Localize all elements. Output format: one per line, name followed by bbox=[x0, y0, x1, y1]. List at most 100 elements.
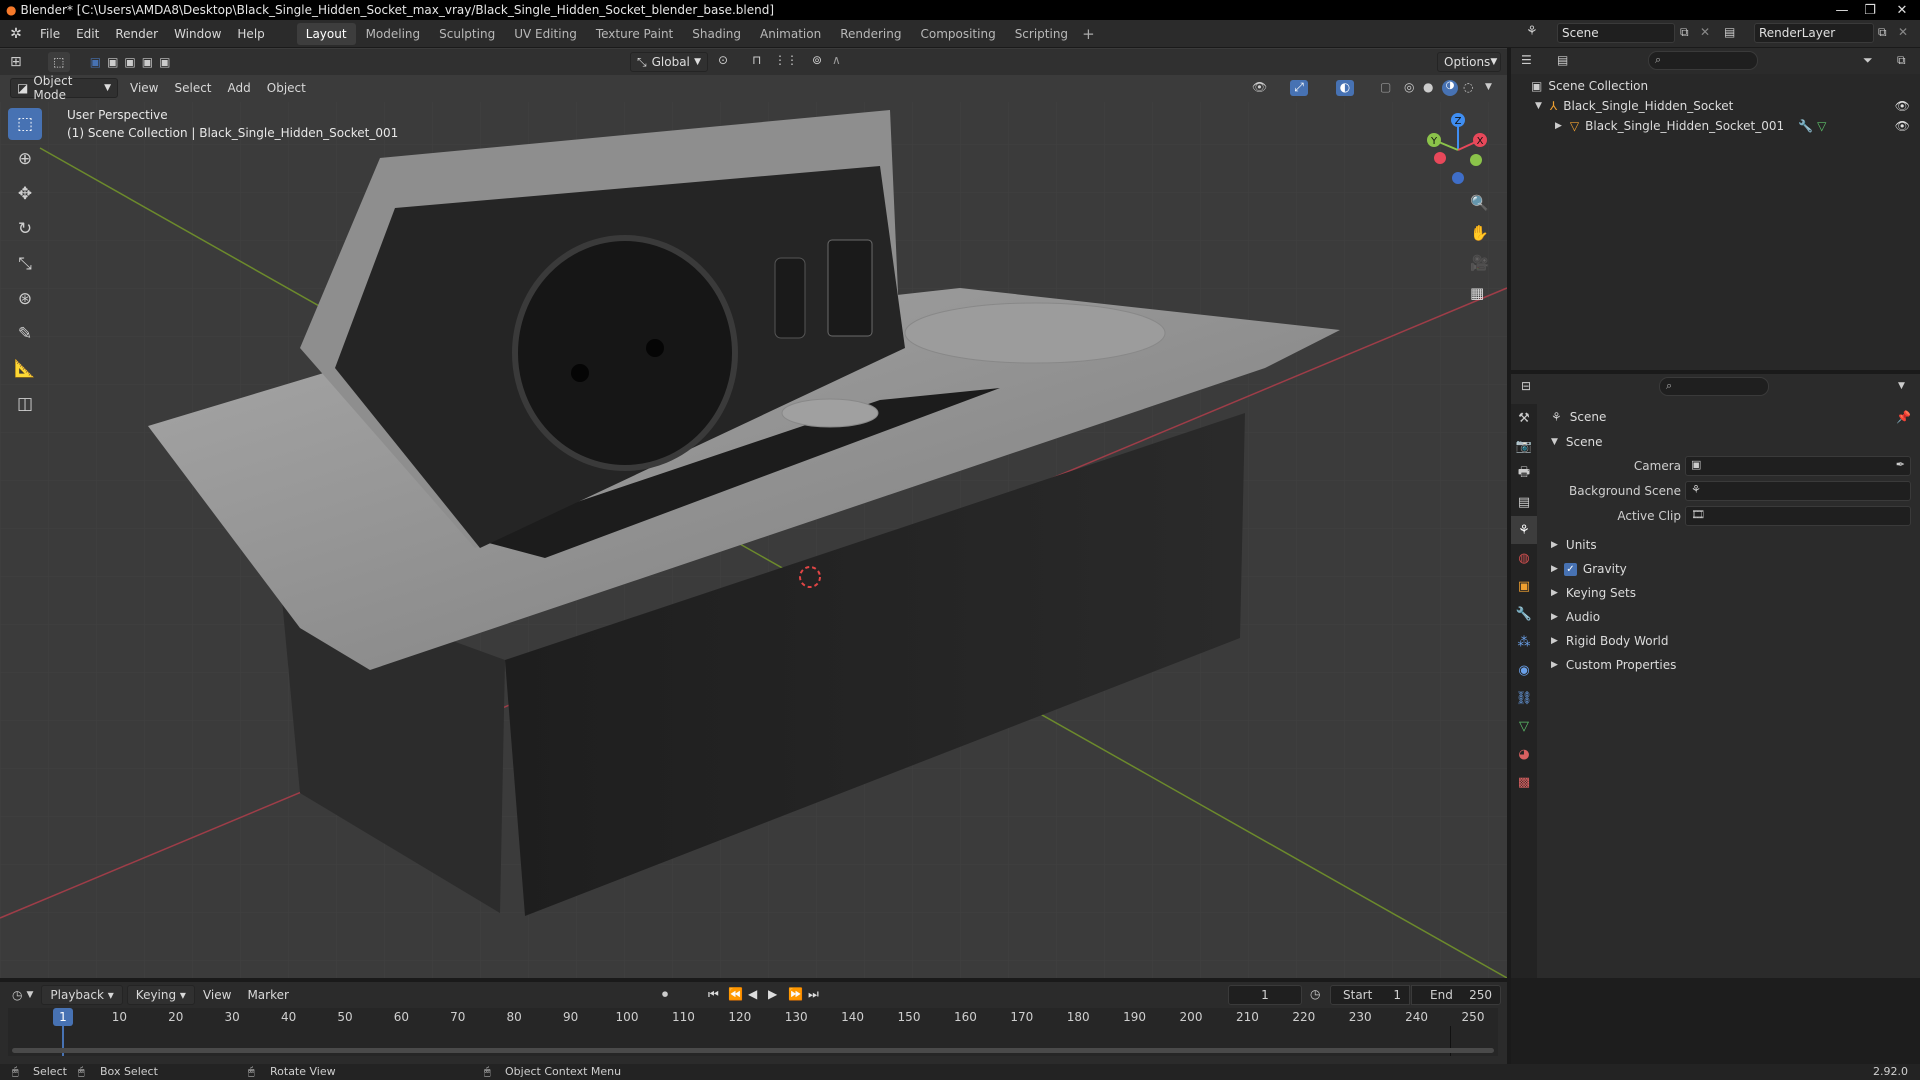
texture-tab-icon[interactable]: ▩ bbox=[1511, 768, 1537, 796]
3d-viewport[interactable]: ⊞ ⬚ ▣ ▣ ▣ ▣ ▣ ⤡ Global ▼ ⊙ ⊓ ⋮⋮ ⊚ ∧ Opti… bbox=[0, 48, 1507, 978]
options-dropdown[interactable]: Options ▼ bbox=[1437, 52, 1501, 72]
measure-tool[interactable]: 📐 bbox=[8, 353, 42, 385]
scene-type-icon[interactable]: ⚘ bbox=[1526, 24, 1538, 39]
camera-field[interactable]: ▣ ✒ bbox=[1685, 456, 1911, 476]
add-workspace-icon[interactable]: + bbox=[1082, 25, 1095, 43]
solid-shading-icon[interactable]: ● bbox=[1423, 80, 1433, 94]
outliner-row-socket-mesh[interactable]: ▶ ▽ Black_Single_Hidden_Socket_001 🔧 ▽ 👁 bbox=[1511, 116, 1920, 136]
tab-sculpting[interactable]: Sculpting bbox=[430, 23, 504, 45]
menu-render[interactable]: Render bbox=[107, 20, 166, 48]
timeline-menu-marker[interactable]: Marker bbox=[239, 988, 296, 1002]
timeline-track-area[interactable]: 10 20 30 40 50 60 70 80 90 100 110 120 130 140 150 160 1… bbox=[8, 1008, 1498, 1056]
select-mode-intersect-icon[interactable]: ▣ bbox=[159, 55, 170, 69]
material-tab-icon[interactable]: ◕ bbox=[1511, 740, 1537, 768]
wireframe-shading-icon[interactable]: ◎ bbox=[1404, 80, 1414, 94]
gizmo-toggle-icon[interactable]: ⤢ bbox=[1290, 80, 1308, 96]
gravity-panel[interactable]: ▶ ✓ Gravity bbox=[1551, 558, 1911, 580]
outliner-row-scene-collection[interactable]: ▣ Scene Collection bbox=[1511, 76, 1920, 96]
modifier-tab-icon[interactable]: 🔧 bbox=[1511, 600, 1537, 628]
pin-icon[interactable]: 📌 bbox=[1896, 410, 1911, 424]
view-layer-field[interactable]: RenderLayer bbox=[1754, 23, 1874, 43]
viewport-menu-add[interactable]: Add bbox=[220, 81, 259, 95]
delete-scene-icon[interactable]: ✕ bbox=[1700, 25, 1710, 39]
scale-tool[interactable]: ⤡ bbox=[8, 248, 42, 280]
menu-file[interactable]: File bbox=[32, 20, 68, 48]
view-layer-tab-icon[interactable]: ▤ bbox=[1511, 488, 1537, 516]
navigation-gizmo[interactable]: Z X Y bbox=[1418, 110, 1498, 190]
zoom-view-button[interactable]: 🔍 bbox=[1470, 194, 1489, 212]
snap-target-icon[interactable]: ⋮⋮ bbox=[774, 53, 798, 67]
jump-keyframe-back-icon[interactable]: ⏪ bbox=[728, 987, 743, 1001]
menu-help[interactable]: Help bbox=[229, 20, 272, 48]
overlay-toggle-icon[interactable]: ◐ bbox=[1336, 80, 1354, 96]
jump-keyframe-forward-icon[interactable]: ⏩ bbox=[788, 987, 803, 1001]
xray-toggle-icon[interactable]: ▢ bbox=[1380, 80, 1391, 94]
units-panel[interactable]: ▶ Units bbox=[1551, 534, 1911, 556]
end-frame-field[interactable]: End 250 bbox=[1411, 985, 1501, 1005]
move-tool[interactable]: ✥ bbox=[8, 178, 42, 210]
pan-view-button[interactable]: ✋ bbox=[1470, 224, 1489, 242]
blender-menu-icon[interactable]: ✲ bbox=[0, 26, 32, 42]
scene-panel-header[interactable]: ▼ Scene bbox=[1551, 431, 1911, 453]
material-shading-icon[interactable]: ◑ bbox=[1442, 80, 1458, 96]
viewport-menu-select[interactable]: Select bbox=[166, 81, 219, 95]
tab-compositing[interactable]: Compositing bbox=[911, 23, 1004, 45]
object-mode-dropdown[interactable]: ◪ Object Mode ▼ bbox=[10, 74, 118, 102]
timeline-menu-playback[interactable]: Playback ▾ bbox=[41, 985, 123, 1005]
view-layer-icon[interactable]: ▤ bbox=[1724, 25, 1735, 39]
object-tab-icon[interactable]: ▣ bbox=[1511, 572, 1537, 600]
chevron-down-icon[interactable]: ▼ bbox=[26, 990, 33, 1000]
ortho-toggle-button[interactable]: ▦ bbox=[1470, 284, 1484, 302]
physics-tab-icon[interactable]: ◉ bbox=[1511, 656, 1537, 684]
shading-options-icon[interactable]: ▼ bbox=[1485, 82, 1492, 92]
jump-start-icon[interactable]: ⏮ bbox=[708, 987, 719, 1002]
tab-modeling[interactable]: Modeling bbox=[357, 23, 430, 45]
add-cube-tool[interactable]: ◫ bbox=[8, 388, 42, 420]
tab-animation[interactable]: Animation bbox=[751, 23, 830, 45]
rotate-tool[interactable]: ↻ bbox=[8, 213, 42, 245]
viewport-menu-view[interactable]: View bbox=[122, 81, 166, 95]
tab-shading[interactable]: Shading bbox=[683, 23, 750, 45]
maximize-button[interactable]: ❐ bbox=[1856, 0, 1884, 20]
timeline-menu-keying[interactable]: Keying ▾ bbox=[126, 985, 195, 1005]
outliner-row-socket-empty[interactable]: ▼ ⅄ Black_Single_Hidden_Socket 👁 bbox=[1511, 96, 1920, 116]
viewport-menu-object[interactable]: Object bbox=[259, 81, 314, 95]
menu-edit[interactable]: Edit bbox=[68, 20, 107, 48]
background-scene-field[interactable]: ⚘ bbox=[1685, 481, 1911, 501]
transform-orientation-dropdown[interactable]: ⤡ Global ▼ bbox=[630, 52, 708, 72]
select-mode-extend-icon[interactable]: ▣ bbox=[107, 55, 118, 69]
properties-search-input[interactable]: ⌕ bbox=[1659, 377, 1769, 396]
timeline-menu-view[interactable]: View bbox=[195, 988, 239, 1002]
custom-properties-panel[interactable]: ▶ Custom Properties bbox=[1551, 654, 1911, 676]
tool-tab-icon[interactable]: ⚒ bbox=[1511, 404, 1537, 432]
constraints-tab-icon[interactable]: ⛓ bbox=[1511, 684, 1537, 712]
keying-sets-panel[interactable]: ▶ Keying Sets bbox=[1551, 582, 1911, 604]
proportional-edit-icon[interactable]: ⊚ bbox=[812, 53, 822, 67]
play-reverse-icon[interactable]: ◀ bbox=[748, 987, 757, 1001]
output-tab-icon[interactable]: 🖶 bbox=[1511, 460, 1537, 488]
filter-icon[interactable]: ⏷ bbox=[1863, 53, 1873, 68]
eyedropper-icon[interactable]: ✒ bbox=[1896, 458, 1905, 471]
editor-type-icon[interactable]: ⊞ bbox=[10, 54, 22, 70]
delete-view-layer-icon[interactable]: ✕ bbox=[1898, 25, 1908, 39]
minimize-button[interactable]: — bbox=[1828, 0, 1856, 20]
gravity-checkbox[interactable]: ✓ bbox=[1563, 562, 1577, 576]
pivot-point-icon[interactable]: ⊙ bbox=[718, 53, 728, 67]
expand-arrow-icon[interactable]: ▼ bbox=[1535, 101, 1542, 111]
snap-icon[interactable]: ⊓ bbox=[752, 53, 761, 67]
rendered-shading-icon[interactable]: ◌ bbox=[1463, 80, 1473, 94]
current-frame-field[interactable]: 1 bbox=[1228, 985, 1302, 1005]
timeline-scrollbar[interactable] bbox=[12, 1048, 1494, 1053]
falloff-icon[interactable]: ∧ bbox=[832, 53, 841, 67]
jump-end-icon[interactable]: ⏭ bbox=[808, 987, 819, 1002]
select-tool-icon[interactable]: ⬚ bbox=[47, 52, 70, 72]
outliner-search-input[interactable]: ⌕ bbox=[1648, 51, 1758, 70]
expand-arrow-icon[interactable]: ▶ bbox=[1555, 121, 1562, 131]
close-window-button[interactable]: ✕ bbox=[1884, 0, 1920, 20]
world-tab-icon[interactable]: ◍ bbox=[1511, 544, 1537, 572]
playhead[interactable]: 1 bbox=[53, 1008, 73, 1026]
annotate-tool[interactable]: ✎ bbox=[8, 318, 42, 350]
transform-tool[interactable]: ⊛ bbox=[8, 283, 42, 315]
cursor-tool[interactable]: ⊕ bbox=[8, 143, 42, 175]
properties-options-icon[interactable]: ▼ bbox=[1898, 381, 1905, 391]
